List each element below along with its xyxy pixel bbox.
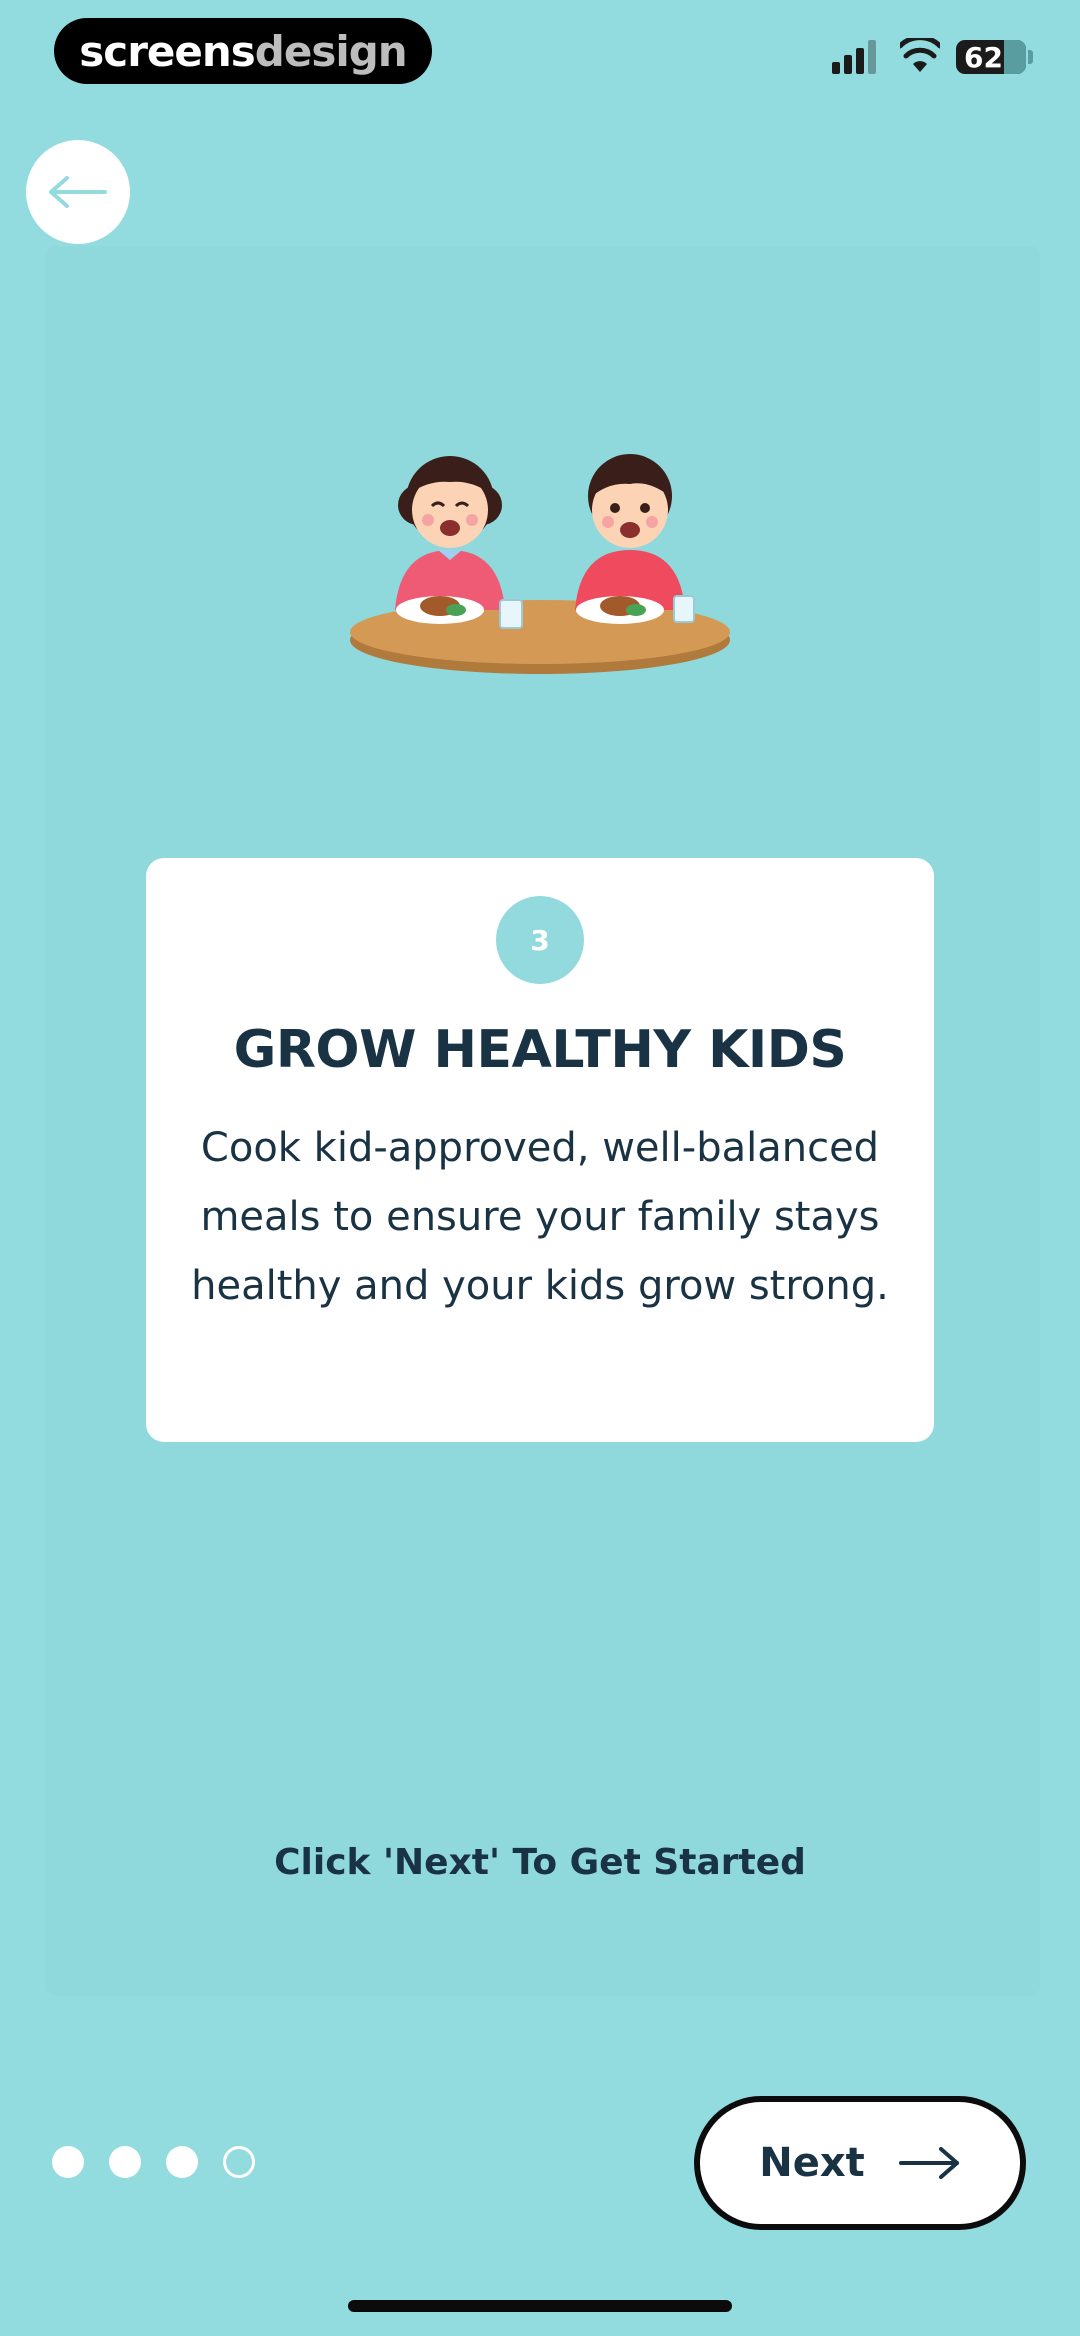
step-number-badge: 3	[496, 896, 584, 984]
onboarding-description: Cook kid-approved, well-balanced meals t…	[191, 1125, 889, 1309]
battery-tip	[1028, 50, 1033, 64]
wifi-icon	[900, 38, 940, 72]
get-started-hint: Click 'Next' To Get Started	[274, 1842, 806, 1883]
onboarding-title: GROW HEALTHY KIDS	[233, 1020, 847, 1080]
arrow-left-icon	[49, 176, 107, 208]
brand-logo-pill: screens design	[54, 18, 432, 84]
next-button-label: Next	[759, 2140, 865, 2186]
home-indicator[interactable]	[348, 2300, 732, 2312]
page-indicator	[52, 2146, 255, 2178]
onboarding-card: 3 GROW HEALTHY KIDS Cook kid-approved, w…	[146, 858, 934, 1442]
girl-figure	[395, 456, 523, 629]
brand-text-primary: screens	[79, 26, 255, 76]
page-dot-4[interactable]	[223, 2146, 255, 2178]
brand-text-secondary: design	[254, 26, 408, 76]
battery-level: 62	[964, 40, 1003, 74]
next-button[interactable]: Next	[694, 2096, 1026, 2230]
page-dot-2[interactable]	[109, 2146, 141, 2178]
boy-figure	[575, 454, 695, 624]
battery-indicator: 62	[956, 40, 1026, 74]
back-button[interactable]	[26, 140, 130, 244]
page-dot-3[interactable]	[166, 2146, 198, 2178]
onboarding-screen: screens design 62 3 GROW HEALTHY KIDS Co…	[0, 0, 1080, 2336]
cellular-signal-icon	[832, 40, 876, 74]
arrow-right-icon	[898, 2147, 959, 2179]
kids-eating-illustration	[350, 454, 730, 674]
page-dot-1[interactable]	[52, 2146, 84, 2178]
